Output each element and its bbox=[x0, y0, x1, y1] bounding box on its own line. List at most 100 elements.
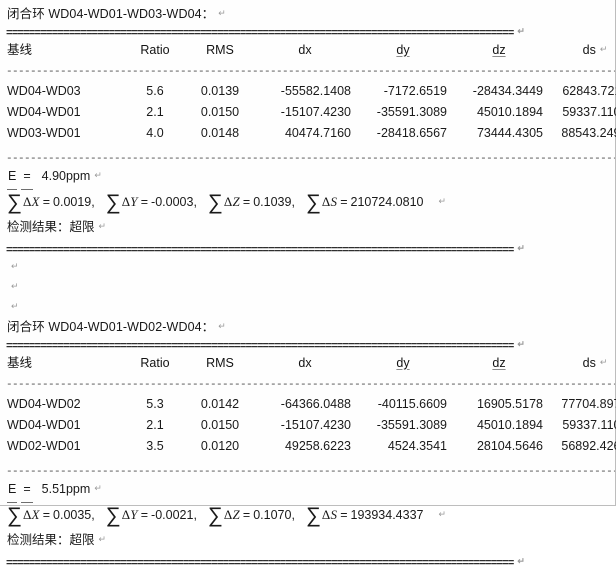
table-header-row: 基线 Ratio RMS dx dy dz ds ↵ bbox=[7, 352, 616, 375]
cell-rms: 0.0139 bbox=[200, 83, 240, 98]
cell-dz: -28434.3449 bbox=[472, 83, 543, 98]
sum-value-dx: 0.0035 bbox=[53, 508, 92, 522]
sum-term-dy: ∑ΔY = -0.0021, bbox=[105, 503, 197, 527]
sum-var-z: Z bbox=[232, 507, 240, 522]
inspection-result-line-2: 检测结果：超限 ↵ bbox=[0, 528, 615, 550]
cell-dx: -64366.0488 bbox=[280, 396, 351, 411]
cell-ratio: 2.1 bbox=[146, 417, 164, 432]
equals-sign: = bbox=[140, 195, 149, 209]
cell-ds: 88543.2496↵ bbox=[547, 122, 616, 143]
column-header-ds: ds ↵ bbox=[547, 39, 616, 62]
return-mark-icon: ↵ bbox=[94, 483, 102, 493]
cell-ds: 59337.1102↵ bbox=[547, 101, 616, 122]
equals-sign: = bbox=[340, 195, 348, 209]
return-mark-icon: ↵ bbox=[11, 261, 19, 271]
equals-rule-text: ========================================… bbox=[6, 341, 514, 352]
e-value-2: 5.51ppm bbox=[41, 482, 91, 496]
column-header-ratio: Ratio bbox=[140, 42, 170, 57]
column-header-ds-text: ds bbox=[582, 356, 596, 370]
blank-line: ↵ bbox=[0, 296, 615, 316]
sum-term-ds: ∑ΔS = 193934.4337 bbox=[306, 501, 424, 529]
return-mark-icon: ↵ bbox=[11, 301, 19, 311]
table-row: WD02-WD01 3.5 0.0120 49258.6223 4524.354… bbox=[7, 435, 616, 456]
equals-rule-text: ========================================… bbox=[6, 28, 514, 39]
cell-dx: -15107.4230 bbox=[280, 417, 351, 432]
inspection-result-label: 检测结果： bbox=[7, 220, 70, 234]
return-mark-icon: ↵ bbox=[438, 509, 447, 519]
column-header-baseline: 基线 bbox=[7, 42, 33, 57]
delta-icon: Δ bbox=[22, 194, 32, 209]
equals-separator-top-2: ========================================… bbox=[0, 336, 615, 352]
column-header-dz: dz bbox=[492, 355, 506, 370]
cell-baseline: WD02-WD01 bbox=[7, 438, 81, 453]
cell-dy: -35591.3089 bbox=[376, 417, 447, 432]
dash-rule-text: ----------------------------------------… bbox=[6, 379, 615, 389]
cell-ds: 56892.4266↵ bbox=[547, 435, 616, 456]
cell-baseline: WD04-WD03 bbox=[7, 83, 81, 98]
equals-rule-text: ========================================… bbox=[6, 558, 514, 569]
delta-icon: Δ bbox=[121, 507, 131, 522]
cell-ds: 59337.1102↵ bbox=[547, 414, 616, 435]
cell-dx: 49258.6223 bbox=[284, 438, 351, 453]
inspection-result-label: 检测结果： bbox=[7, 533, 70, 547]
inspection-result-line-1: 检测结果：超限 ↵ bbox=[0, 215, 615, 237]
delta-icon: Δ bbox=[321, 507, 331, 522]
delta-icon: Δ bbox=[223, 507, 233, 522]
return-mark-icon: ↵ bbox=[438, 196, 447, 206]
column-header-ds: ds ↵ bbox=[547, 352, 616, 375]
cell-dy: -40115.6609 bbox=[377, 396, 447, 411]
dash-rule-text: ----------------------------------------… bbox=[6, 466, 615, 476]
sum-formula-line-1: ∑ΔX = 0.0019, ∑ΔY = -0.0003, ∑ΔZ = 0.1039, ∑ΔS = 21… bbox=[0, 187, 615, 215]
sum-value-dy: -0.0021 bbox=[151, 508, 194, 522]
sum-var-x: X bbox=[31, 194, 40, 209]
sum-term-dx: ∑ΔX = 0.0035, bbox=[7, 503, 95, 527]
delta-z-label: ΔZ bbox=[223, 507, 240, 522]
return-mark-icon: ↵ bbox=[94, 170, 102, 180]
table-header-row: 基线 Ratio RMS dx dy dz ds ↵ bbox=[7, 39, 616, 62]
relative-error-line-1: E = 4.90ppm ↵ bbox=[0, 163, 615, 190]
cell-rms: 0.0150 bbox=[200, 104, 240, 119]
sum-value-dy: -0.0003 bbox=[151, 195, 194, 209]
cell-dx: -55582.1408 bbox=[280, 83, 351, 98]
sum-var-x: X bbox=[31, 507, 40, 522]
cell-ds-text: 88543.2496 bbox=[561, 126, 616, 140]
cell-ds-text: 77704.8970 bbox=[561, 397, 616, 411]
cell-dy: -35591.3089 bbox=[376, 104, 447, 119]
equals-sign: = bbox=[42, 195, 51, 209]
equals-separator-bottom-2: ========================================… bbox=[0, 553, 615, 569]
sum-term-dy: ∑ΔY = -0.0003, bbox=[105, 190, 197, 214]
sigma-icon: ∑ bbox=[305, 190, 321, 214]
return-mark-icon: ↵ bbox=[517, 339, 525, 349]
sigma-icon: ∑ bbox=[305, 503, 321, 527]
cell-dz: 16905.5178 bbox=[476, 396, 543, 411]
dash-separator-1: ----------------------------------------… bbox=[0, 62, 615, 76]
column-header-ds-text: ds bbox=[582, 43, 596, 57]
cell-dx: -15107.4230 bbox=[280, 104, 351, 119]
return-mark-icon: ↵ bbox=[98, 221, 107, 231]
table-row: WD04-WD01 2.1 0.0150 -15107.4230 -35591.… bbox=[7, 414, 616, 435]
cell-rms: 0.0150 bbox=[200, 417, 240, 432]
column-header-rms: RMS bbox=[206, 355, 234, 370]
delta-y-label: ΔY bbox=[121, 507, 138, 522]
closed-loop-title-text-1: 闭合环 WD04-WD01-WD03-WD04： bbox=[7, 7, 215, 21]
dash-rule-text: ----------------------------------------… bbox=[6, 153, 615, 163]
cell-ratio: 3.5 bbox=[146, 438, 164, 453]
return-mark-icon: ↵ bbox=[218, 8, 226, 18]
equals-sign: = bbox=[140, 508, 149, 522]
delta-icon: Δ bbox=[121, 194, 131, 209]
delta-z-label: ΔZ bbox=[223, 194, 240, 209]
dash-separator-3: ----------------------------------------… bbox=[0, 375, 615, 389]
table-row: WD04-WD02 5.3 0.0142 -64366.0488 -40115.… bbox=[7, 393, 616, 414]
closed-loop-title-text-2: 闭合环 WD04-WD01-WD02-WD04： bbox=[7, 320, 215, 334]
cell-ds-text: 62843.7211 bbox=[562, 84, 616, 98]
column-header-dx: dx bbox=[298, 42, 312, 57]
sum-term-dz: ∑ΔZ = 0.1039, bbox=[207, 190, 295, 214]
sum-term-dz: ∑ΔZ = 0.1070, bbox=[207, 503, 295, 527]
table-row: WD04-WD01 2.1 0.0150 -15107.4230 -35591.… bbox=[7, 101, 616, 122]
delta-x-label: ΔX bbox=[22, 194, 40, 209]
e-value-1: 4.90ppm bbox=[41, 169, 91, 183]
cell-rms: 0.0142 bbox=[200, 396, 240, 411]
cell-ds: 62843.7211↵ bbox=[547, 80, 616, 101]
baseline-table-body-1: WD04-WD03 5.6 0.0139 -55582.1408 -7172.6… bbox=[7, 80, 616, 143]
closed-loop-title-2: 闭合环 WD04-WD01-WD02-WD04： ↵ bbox=[0, 316, 615, 336]
